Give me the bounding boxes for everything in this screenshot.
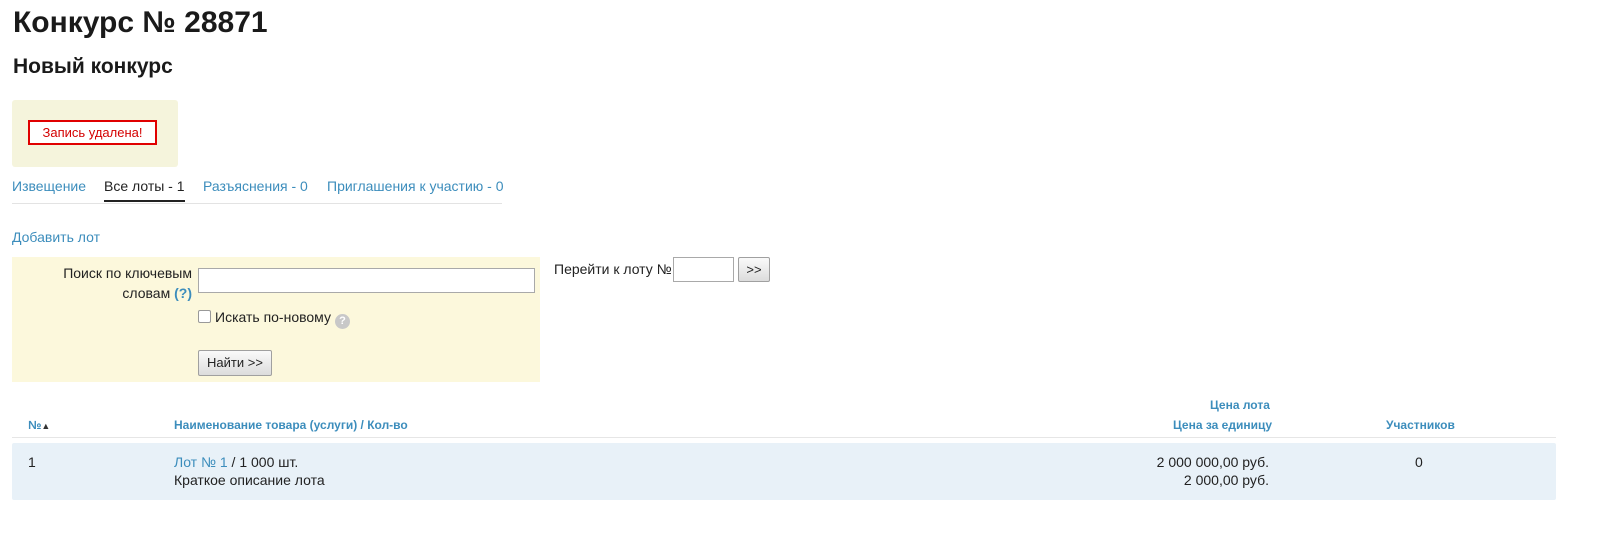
sort-asc-icon: ▲ [41,421,51,431]
lot-link[interactable]: Лот № 1 [174,454,228,470]
header-divider [12,437,1556,438]
search-label: Поиск по ключевым словам (?) [12,263,192,303]
row-lot-line: Лот № 1 / 1 000 шт. [174,453,298,471]
row-number: 1 [28,454,36,470]
new-search-label[interactable]: Искать по-новому [215,309,331,325]
col-participants-header[interactable]: Участников [1386,418,1455,432]
col-number-label: № [28,418,42,432]
goto-lot-button[interactable]: >> [738,257,770,282]
row-lot-price: 2 000 000,00 руб. [1156,454,1269,470]
new-search-row: Искать по-новому? [198,309,350,329]
deleted-message: Запись удалена! [28,120,157,145]
row-participants: 0 [1415,454,1423,470]
row-quantity: 1 000 шт. [239,454,299,470]
help-link[interactable]: (?) [174,285,192,301]
help-close-paren: ) [187,285,192,301]
col-lot-price-header[interactable]: Цена лота [1210,398,1270,412]
tabs-bar: Извещение Все лоты - 1 Разъяснения - 0 П… [12,178,504,204]
find-button[interactable]: Найти >> [198,350,272,376]
notice-panel: Запись удалена! [12,100,178,167]
tab-invitations[interactable]: Приглашения к участию - 0 [327,178,504,202]
col-unit-price-header[interactable]: Цена за единицу [1173,418,1272,432]
help-icon[interactable]: ? [334,314,350,329]
goto-lot-label: Перейти к лоту № [554,261,672,277]
search-label-line2: словам [122,285,171,301]
tab-clarifications[interactable]: Разъяснения - 0 [203,178,308,202]
row-separator: / [227,454,240,470]
add-lot-link[interactable]: Добавить лот [12,229,100,245]
page-subtitle: Новый конкурс [13,55,173,78]
keyword-search-input[interactable] [198,268,535,293]
row-description: Краткое описание лота [174,472,325,488]
search-panel: Поиск по ключевым словам (?) Искать по-н… [12,257,540,382]
row-unit-price: 2 000,00 руб. [1183,472,1269,488]
tab-notice[interactable]: Извещение [12,178,86,202]
search-label-line1: Поиск по ключевым [63,265,192,281]
page-title: Конкурс № 28871 [13,6,268,39]
new-search-checkbox[interactable] [198,310,211,323]
col-name-header[interactable]: Наименование товара (услуги) / Кол-во [174,418,408,432]
search-label-line2-row: словам (?) [12,283,192,303]
col-number-header[interactable]: №▲ [28,418,50,432]
goto-lot-input[interactable] [673,257,734,282]
tab-all-lots[interactable]: Все лоты - 1 [104,178,185,202]
